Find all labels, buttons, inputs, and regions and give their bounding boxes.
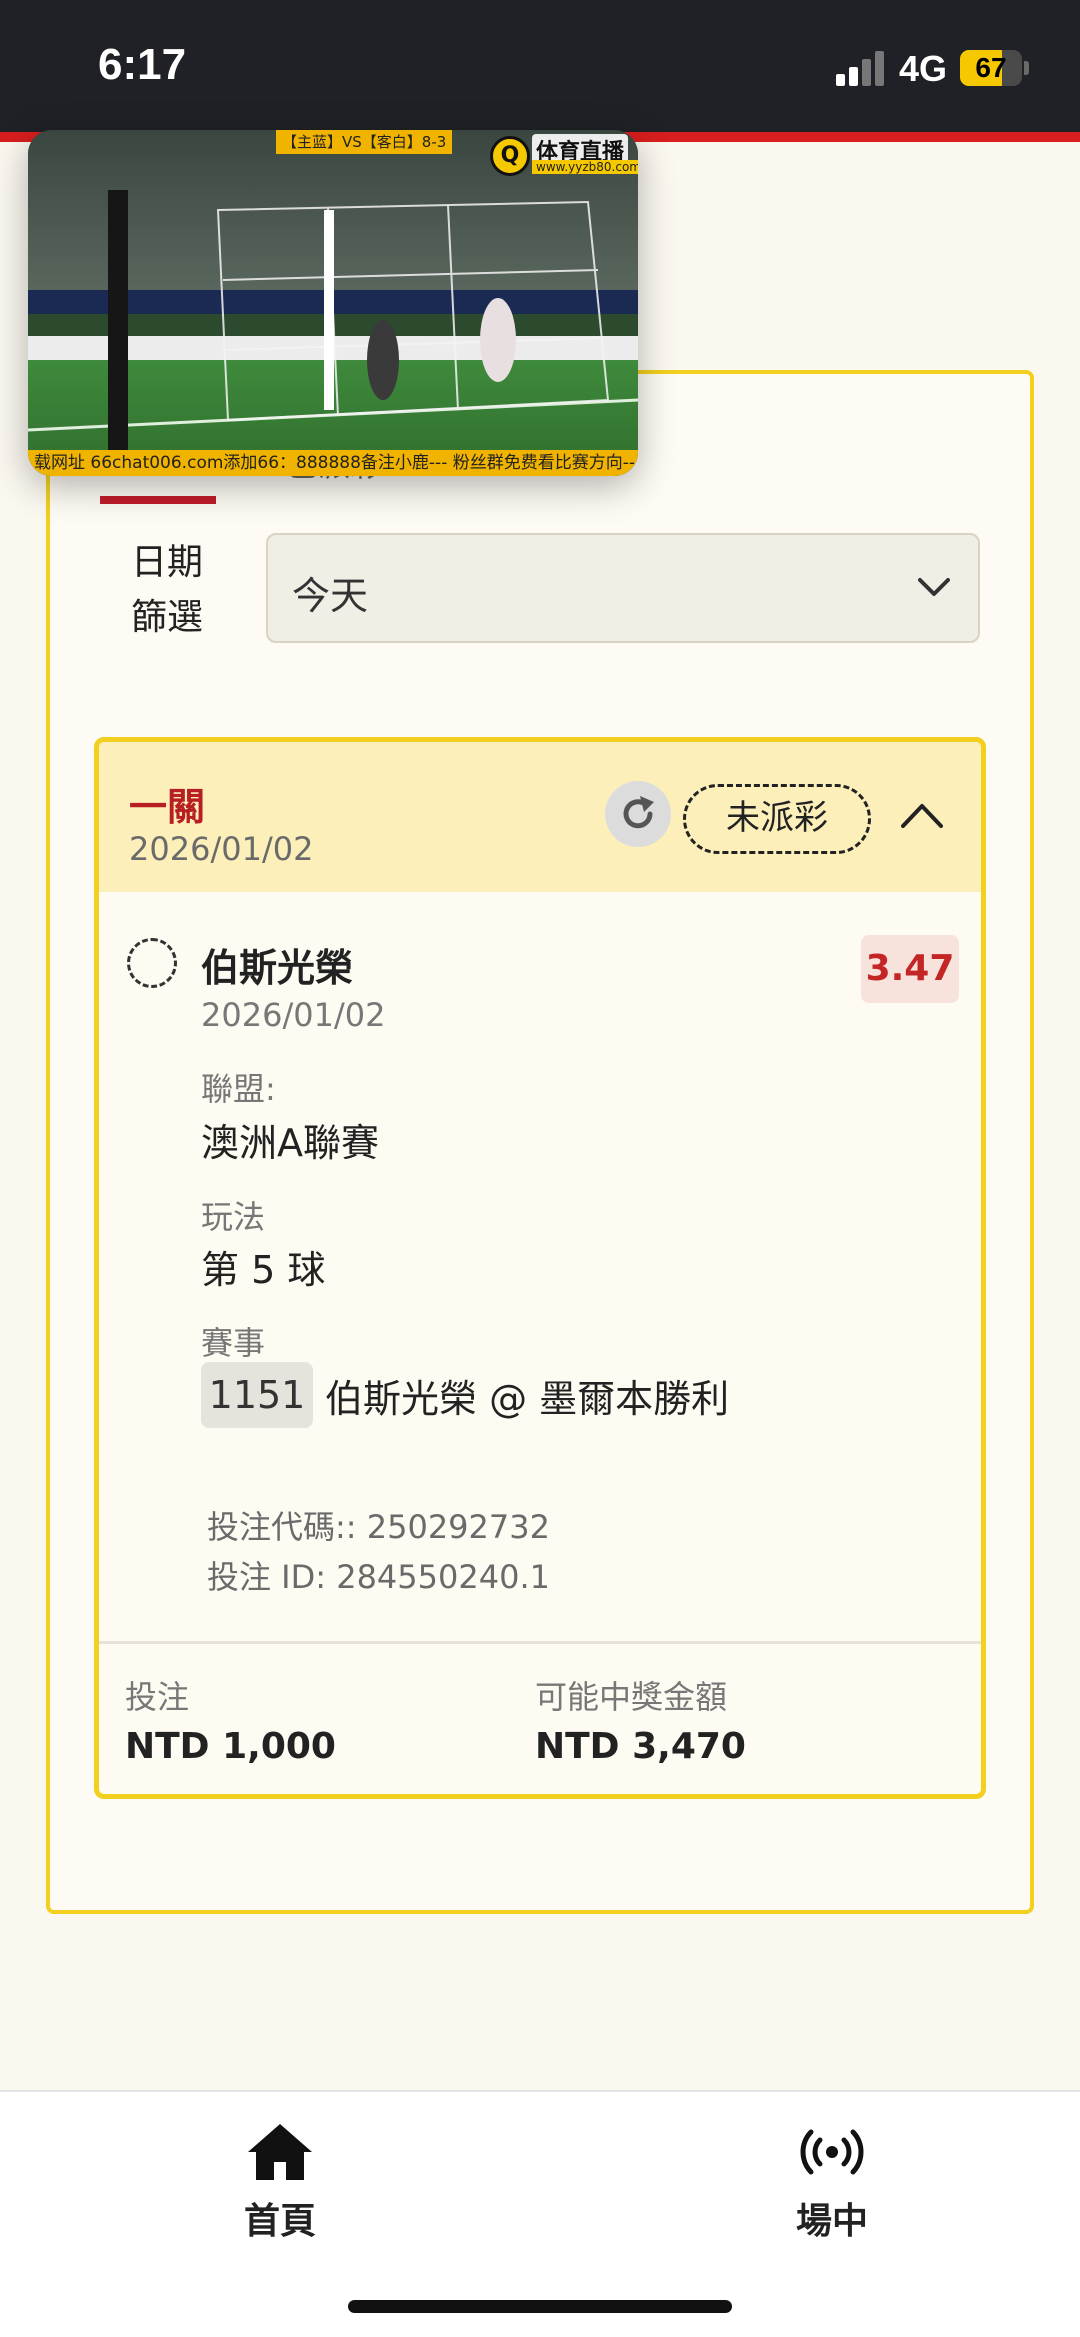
- video-ticker: 载网址 66chat006.com添加66：888888备注小鹿--- 粉丝群免…: [28, 450, 638, 476]
- event-label: 賽事: [201, 1324, 266, 1362]
- payout-value: NTD 3,470: [535, 1726, 746, 1767]
- stake-value: NTD 1,000: [125, 1726, 336, 1767]
- event-id-badge: 1151: [201, 1362, 313, 1428]
- nav-live[interactable]: 場中: [712, 2120, 952, 2244]
- league-value: 澳洲A聯賽: [201, 1121, 379, 1165]
- event-name: 伯斯光榮 @ 墨爾本勝利: [325, 1377, 730, 1421]
- bet-date: 2026/01/02: [129, 830, 314, 868]
- bet-card-divider: [99, 1641, 981, 1644]
- date-filter-label: 日期 篩選: [124, 535, 210, 645]
- nav-live-label: 場中: [795, 2201, 868, 2242]
- refresh-icon: [623, 796, 654, 829]
- battery-tip: [1024, 61, 1029, 75]
- bet-code: 投注代碼:: 250292732: [207, 1508, 550, 1546]
- date-filter-label-line2: 篩選: [130, 597, 203, 638]
- bet-card: 一關 2026/01/02 未派彩 伯斯光榮 2026/01/02 3.47 聯…: [94, 737, 986, 1799]
- nav-home-label: 首頁: [243, 2201, 316, 2242]
- chevron-down-icon: [918, 578, 950, 596]
- bet-id: 投注 ID: 284550240.1: [207, 1558, 550, 1596]
- play-value: 第 5 球: [201, 1248, 326, 1292]
- odds-badge: 3.47: [861, 935, 959, 1003]
- play-label: 玩法: [201, 1198, 266, 1236]
- video-match-label: 【主蓝】VS【客白】8-3: [276, 130, 453, 154]
- stream-logo-url: www.yyzb80.com: [532, 160, 638, 174]
- stream-logo-icon: Q: [490, 136, 530, 176]
- battery-icon: 67: [960, 50, 1022, 86]
- status-bar: 6:17 4G 67: [0, 0, 1080, 132]
- chevron-up-icon[interactable]: [899, 800, 945, 830]
- bet-type: 一關: [129, 785, 206, 829]
- selection-date: 2026/01/02: [201, 996, 386, 1034]
- home-indicator[interactable]: [348, 2300, 732, 2313]
- broadcast-icon: [800, 2129, 864, 2175]
- stream-logo: Q 体育直播 www.yyzb80.com: [488, 134, 638, 180]
- date-filter-select[interactable]: 今天: [266, 533, 980, 643]
- network-type: 4G: [899, 48, 948, 89]
- selection-status-icon: [127, 938, 177, 988]
- nav-home[interactable]: 首頁: [160, 2120, 400, 2244]
- active-tab-indicator: [100, 496, 216, 504]
- live-video-player[interactable]: 【主蓝】VS【客白】8-3 Q 体育直播 www.yyzb80.com 载网址 …: [28, 130, 638, 476]
- status-badge: 未派彩: [683, 784, 871, 854]
- date-filter-value: 今天: [292, 574, 369, 618]
- video-frame: [28, 130, 638, 476]
- selection-team: 伯斯光榮: [201, 946, 354, 990]
- status-time: 6:17: [98, 40, 187, 89]
- payout-label: 可能中獎金額: [535, 1678, 728, 1716]
- battery-percent: 67: [975, 52, 1007, 83]
- signal-icon: [836, 50, 886, 86]
- league-label: 聯盟:: [201, 1070, 276, 1108]
- date-filter-label-line1: 日期: [130, 542, 203, 583]
- stake-label: 投注: [125, 1678, 190, 1716]
- refresh-button[interactable]: [605, 781, 671, 847]
- home-icon: [248, 2124, 312, 2180]
- bet-card-header[interactable]: 一關 2026/01/02 未派彩: [99, 742, 981, 892]
